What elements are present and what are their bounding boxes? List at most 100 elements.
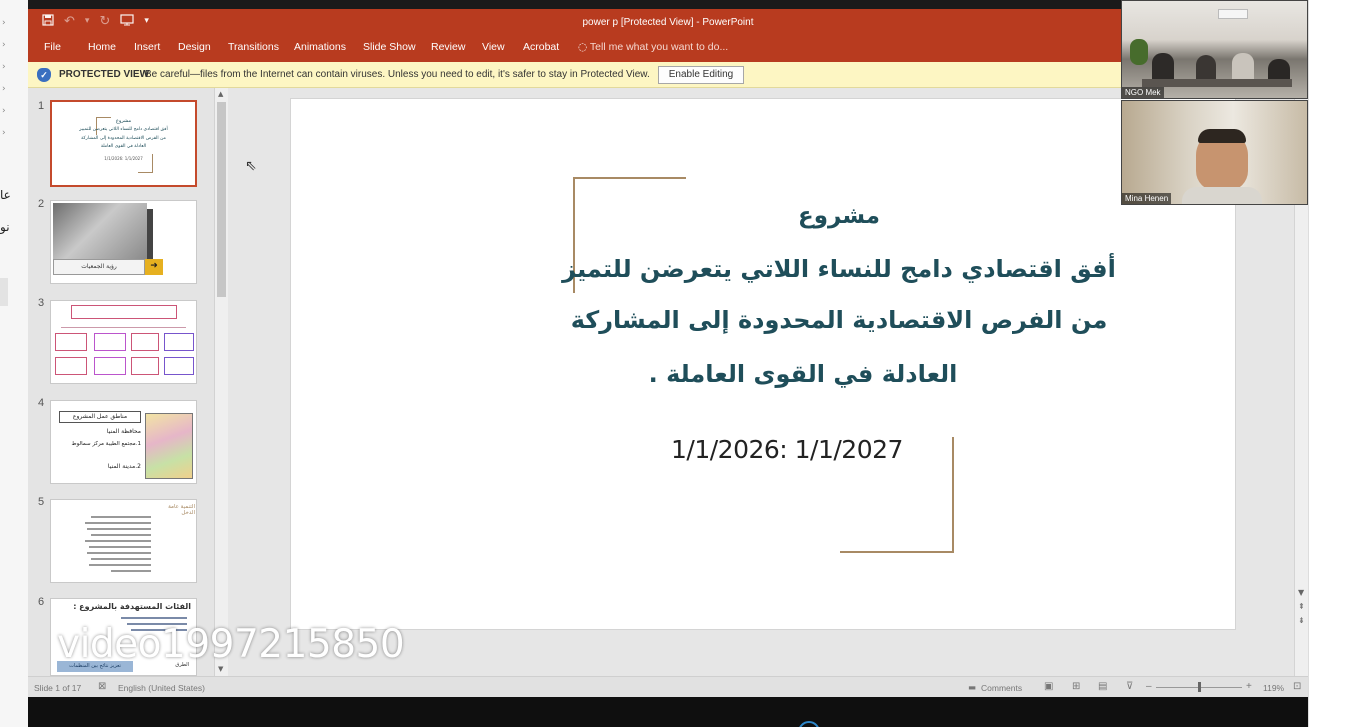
background-text: عا <box>0 188 11 202</box>
thumbnail-text: مشروع <box>115 118 132 124</box>
person-image <box>1232 53 1254 81</box>
person-image <box>1152 53 1174 81</box>
thumbnail-text: الفئات المستهدفة بالمشروع : <box>73 602 191 611</box>
slide-thumbnail-2[interactable]: رؤية الجمعيات ➜ <box>50 200 197 284</box>
status-bar: Slide 1 of 17 ⊠ English (United States) … <box>28 676 1308 697</box>
slide-title-line: من الفرص الاقتصادية المحدودة إلى المشارك… <box>570 306 1108 334</box>
thumbnail-text: أفق اقتصادي دامج للنساء اللاتي يتعرضن لل… <box>79 127 168 132</box>
tab-animations[interactable]: Animations <box>294 41 346 53</box>
tell-me-placeholder: Tell me what you want to do... <box>589 41 729 53</box>
tab-acrobat[interactable]: Acrobat <box>523 41 559 53</box>
lightbulb-icon: ◌ <box>578 41 588 53</box>
language-indicator[interactable]: English (United States) <box>118 683 205 693</box>
tab-transitions[interactable]: Transitions <box>228 41 279 53</box>
hair-image <box>1198 129 1246 143</box>
slide-date: 1/1/2026: 1/1/2027 <box>671 435 903 464</box>
scroll-thumb[interactable] <box>217 102 226 297</box>
comments-button[interactable]: Comments <box>981 683 1022 693</box>
screen-share-top-band <box>28 0 1308 9</box>
protected-view-bar: ✓ PROTECTED VIEW Be careful—files from t… <box>28 62 1308 88</box>
window-title: power p [Protected View] - PowerPoint <box>582 17 754 28</box>
thumbnail-text: 1/1/2026: 1/1/2027 <box>104 156 143 161</box>
thumbnail-number: 1 <box>38 100 45 112</box>
background-text: نو <box>0 220 10 234</box>
tab-review[interactable]: Review <box>431 41 465 53</box>
next-slide-icon[interactable]: ⇟ <box>1298 616 1305 625</box>
thumbnail-text: العادلة في القوى العاملة <box>100 144 147 149</box>
chevron-right-icon[interactable]: › <box>2 18 12 28</box>
tab-design[interactable]: Design <box>178 41 211 53</box>
participant-name: Mina Henen <box>1122 193 1172 204</box>
slide-thumbnail-pane[interactable]: 1 مشروع أفق اقتصادي دامج للنساء اللاتي ي… <box>28 88 228 676</box>
enable-editing-button[interactable]: Enable Editing <box>658 66 744 84</box>
thumbnail-text: من الفرص الاقتصادية المحدودة إلى المشارك… <box>81 136 166 141</box>
slide-show-icon[interactable]: ⊽ <box>1126 681 1133 692</box>
air-conditioner-image <box>1218 9 1248 19</box>
decorative-line <box>840 551 954 553</box>
background-right-strip <box>1308 0 1363 727</box>
arrow-right-icon: ➜ <box>145 259 163 275</box>
zoom-slider-knob[interactable] <box>1198 682 1201 692</box>
table-image <box>1142 79 1292 87</box>
tab-home[interactable]: Home <box>88 41 116 53</box>
map-image <box>145 413 193 479</box>
zoom-level[interactable]: 119% <box>1263 683 1284 693</box>
title-bar: ↶ ▾ ↻ ▾ power p [Protected View] - Power… <box>28 9 1308 37</box>
protected-view-message: Be careful—files from the Internet can c… <box>145 69 650 80</box>
previous-slide-icon[interactable]: ⇞ <box>1298 602 1305 611</box>
reading-view-icon[interactable]: ▤ <box>1098 681 1107 692</box>
background-block <box>0 278 8 306</box>
thumbnail-text: مناطق عمل المشروع <box>59 411 141 423</box>
tab-insert[interactable]: Insert <box>134 41 160 53</box>
chevron-right-icon[interactable]: › <box>2 62 12 72</box>
fit-to-window-icon[interactable]: ⊡ <box>1293 681 1301 692</box>
tab-file[interactable]: File <box>44 41 61 53</box>
chevron-right-icon[interactable]: › <box>2 40 12 50</box>
spell-check-icon[interactable]: ⊠ <box>98 681 106 692</box>
tab-view[interactable]: View <box>482 41 505 53</box>
chevron-right-icon[interactable]: › <box>2 128 12 138</box>
plant-image <box>1130 39 1148 65</box>
comments-icon[interactable]: ▬ <box>968 683 976 693</box>
loading-indicator-icon <box>798 721 820 727</box>
chevron-right-icon[interactable]: › <box>2 106 12 116</box>
slide-sorter-icon[interactable]: ⊞ <box>1072 681 1080 692</box>
decorative-line <box>952 437 954 553</box>
thumbnail-number: 4 <box>38 397 45 409</box>
thumbnail-scrollbar[interactable]: ▲ ▼ <box>214 88 228 676</box>
slide-thumbnail-4[interactable]: مناطق عمل المشروع محافظة المنيا 1.مجتمع … <box>50 400 197 484</box>
slide-title-line: مشروع <box>798 203 880 229</box>
tab-slide-show[interactable]: Slide Show <box>363 41 416 53</box>
zoom-out-icon[interactable]: – <box>1146 681 1152 692</box>
scroll-up-icon[interactable]: ▲ <box>218 90 223 98</box>
shield-icon: ✓ <box>37 68 51 82</box>
current-slide[interactable]: مشروع أفق اقتصادي دامج للنساء اللاتي يتع… <box>290 98 1236 630</box>
scroll-down-icon[interactable]: ▼ <box>1298 588 1304 597</box>
zoom-in-icon[interactable]: + <box>1246 681 1252 692</box>
chevron-right-icon[interactable]: › <box>2 84 12 94</box>
slide-thumbnail-3[interactable] <box>50 300 197 384</box>
protected-view-title: PROTECTED VIEW <box>59 69 150 80</box>
thumbnail-photo <box>53 203 147 259</box>
video-tile[interactable]: NGO Mek <box>1121 0 1308 99</box>
thumbnail-text: رؤية الجمعيات <box>53 259 145 275</box>
normal-view-icon[interactable]: ▣ <box>1044 681 1053 692</box>
tell-me-search[interactable]: ◌ Tell me what you want to do... <box>578 41 728 53</box>
powerpoint-window: ↶ ▾ ↻ ▾ power p [Protected View] - Power… <box>28 0 1308 697</box>
participant-name: NGO Mek <box>1122 87 1164 98</box>
video-watermark: video1997215850 <box>57 622 405 667</box>
screen: › › › › › › عا نو ↶ ▾ ↻ ▾ power p [Prote… <box>0 0 1363 727</box>
slide-thumbnail-5[interactable]: التنمية عامة الدخل <box>50 499 197 583</box>
shirt-image <box>1182 187 1262 204</box>
background-app-strip: › › › › › › عا نو <box>0 0 28 727</box>
decorative-line <box>573 177 686 179</box>
video-tile[interactable]: Mina Henen <box>1121 100 1308 205</box>
thumbnail-text: محافظة المنيا <box>106 428 141 435</box>
thumbnail-text: 1.مجتمع الطيبة مركز سمالوط <box>71 441 141 447</box>
thumbnail-number: 3 <box>38 297 45 309</box>
screen-share-bottom-band <box>28 697 1308 727</box>
thumbnail-number: 6 <box>38 596 45 608</box>
mouse-pointer-icon: ⇖ <box>245 158 257 174</box>
slide-thumbnail-1[interactable]: مشروع أفق اقتصادي دامج للنساء اللاتي يتع… <box>50 100 197 187</box>
thumbnail-number: 2 <box>38 198 45 210</box>
